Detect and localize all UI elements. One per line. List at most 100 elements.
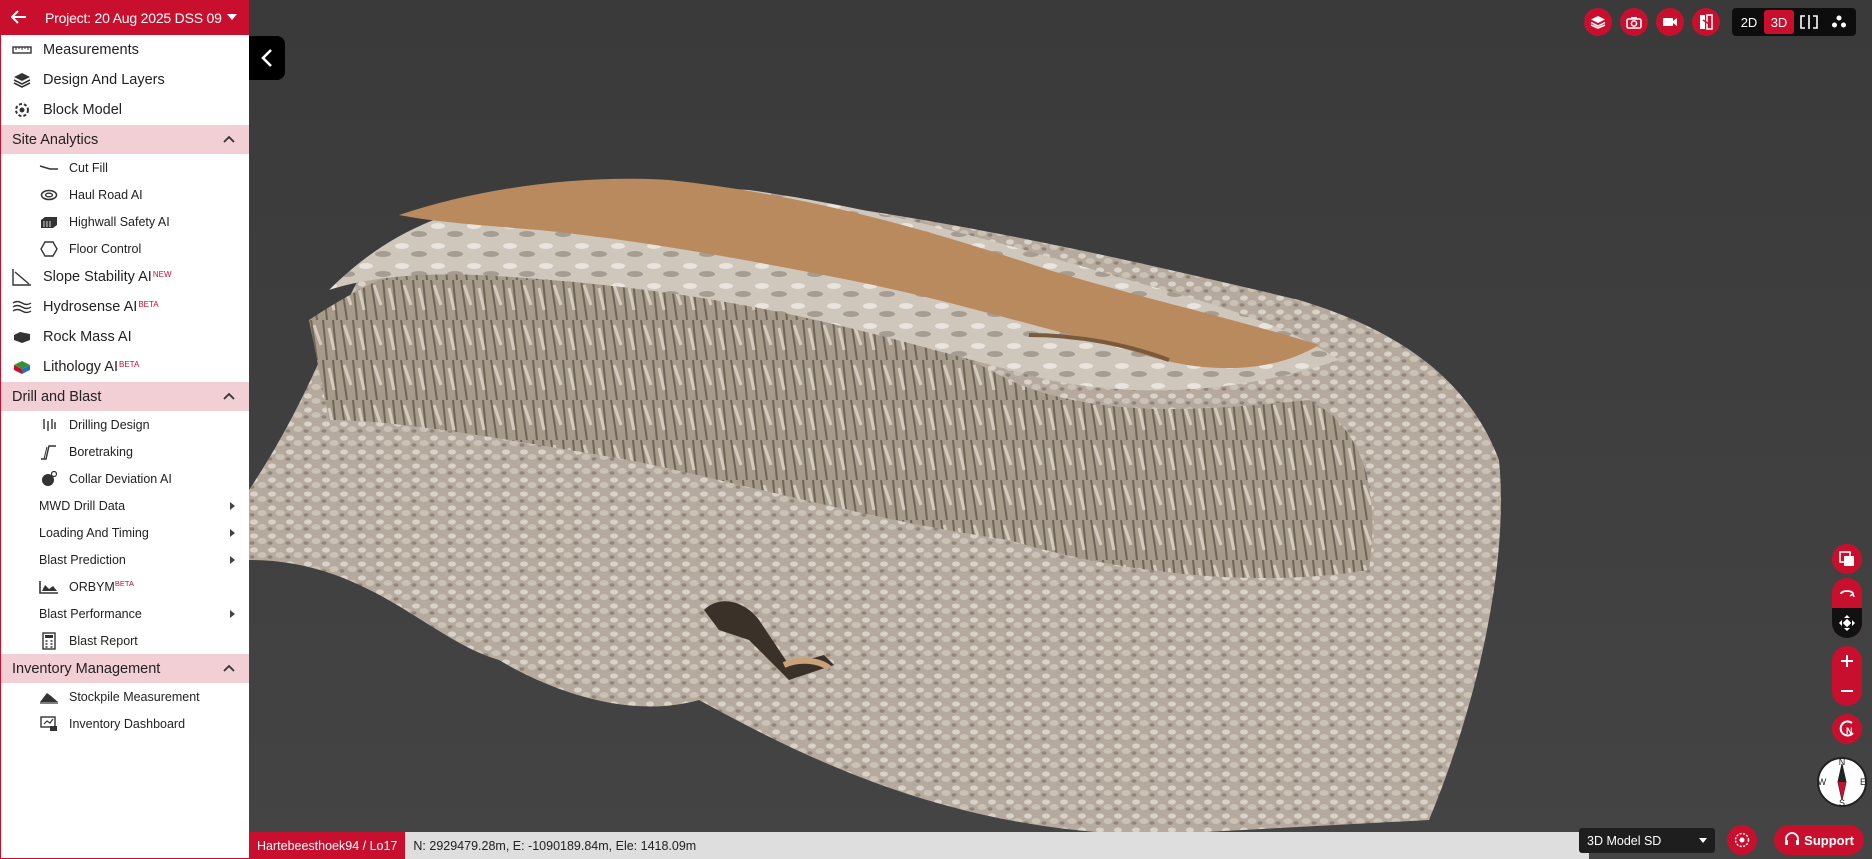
minus-icon [1841, 690, 1853, 692]
zoom-in-button[interactable] [1832, 646, 1862, 676]
compass-icon[interactable]: N S E W [1816, 756, 1868, 808]
menu-label: MWD Drill Data [39, 498, 126, 513]
cursor-coordinates: N: 2929479.28m, E: -1090189.84m, Ele: 14… [413, 838, 697, 853]
plus-icon [1841, 655, 1853, 667]
ai-layers-button[interactable] [1727, 825, 1757, 855]
neural-network-icon [1734, 832, 1750, 848]
menu-lithology-ai[interactable]: Lithology AI BETA [1, 352, 249, 382]
record-video-button[interactable] [1656, 8, 1684, 36]
ruler-icon [11, 41, 33, 59]
orbit-button[interactable] [1832, 578, 1862, 608]
menu-cut-fill[interactable]: Cut Fill [1, 154, 249, 181]
menu-label: Boretraking [69, 444, 133, 459]
menu-label: Haul Road AI [69, 187, 143, 202]
back-arrow-icon[interactable] [10, 9, 33, 27]
3d-viewport[interactable] [249, 0, 1872, 859]
compass-west: W [1818, 777, 1827, 787]
floor-control-icon [39, 240, 59, 257]
model-quality-select[interactable]: 3D Model SD [1579, 828, 1715, 853]
orbit-pan-group [1832, 578, 1862, 638]
pan-button[interactable] [1832, 608, 1862, 638]
highwall-icon [39, 214, 59, 230]
split-view-button[interactable] [1794, 10, 1824, 34]
cross-section-button[interactable] [1832, 544, 1862, 574]
menu-stockpile-measurement[interactable]: Stockpile Measurement [1, 683, 249, 710]
menu-boretraking[interactable]: Boretraking [1, 438, 249, 465]
menu-mwd-drill-data[interactable]: MWD Drill Data [1, 492, 249, 519]
menu-blast-report[interactable]: Blast Report [1, 627, 249, 654]
section-title: Site Analytics [12, 131, 99, 148]
menu-label: Loading And Timing [39, 525, 149, 540]
menu-label: Drilling Design [69, 417, 150, 432]
rotate-north-icon: N [1839, 720, 1854, 737]
zoom-out-button[interactable] [1832, 676, 1862, 706]
section-inventory-management[interactable]: Inventory Management [1, 654, 249, 683]
menu-orbym[interactable]: ORBYM BETA [1, 573, 249, 600]
project-selector[interactable]: Project: 20 Aug 2025 DSS 09 [1, 0, 249, 35]
menu-floor-control[interactable]: Floor Control [1, 235, 249, 262]
menu-label: Rock Mass AI [43, 329, 132, 345]
section-title: Drill and Blast [12, 388, 102, 405]
menu-rock-mass-ai[interactable]: Rock Mass AI [1, 322, 249, 352]
menu-loading-and-timing[interactable]: Loading And Timing [1, 519, 249, 546]
menu-label: ORBYM [69, 579, 115, 594]
menu-hydrosense-ai[interactable]: Hydrosense AI BETA [1, 292, 249, 322]
project-title: Project: 20 Aug 2025 DSS 09 [45, 9, 222, 26]
menu-haul-road-ai[interactable]: Haul Road AI [1, 181, 249, 208]
chevron-up-icon[interactable] [223, 391, 235, 403]
compare-button[interactable] [1692, 8, 1720, 36]
menu-label: Blast Prediction [39, 552, 126, 567]
menu-label: Collar Deviation AI [69, 471, 172, 486]
support-button[interactable]: Support [1774, 825, 1864, 855]
slope-icon [11, 268, 33, 286]
collar-deviation-icon [39, 470, 59, 487]
view-3d-button[interactable]: 3D [1764, 10, 1794, 34]
screenshot-button[interactable] [1620, 8, 1648, 36]
status-bar: Hartebeesthoek94 / Lo17 N: 2929479.28m, … [249, 832, 1589, 859]
menu-drilling-design[interactable]: Drilling Design [1, 411, 249, 438]
north-letter: N [1846, 726, 1853, 736]
chevron-up-icon[interactable] [223, 663, 235, 675]
haul-road-icon [39, 187, 59, 203]
cut-fill-icon [39, 160, 59, 176]
menu-label: Cut Fill [69, 160, 108, 175]
section-site-analytics[interactable]: Site Analytics [1, 125, 249, 154]
menu-inventory-dashboard[interactable]: Inventory Dashboard [1, 710, 249, 737]
menu-blast-performance[interactable]: Blast Performance [1, 600, 249, 627]
menu-block-model[interactable]: Block Model [1, 95, 249, 125]
coordinate-system-label[interactable]: Hartebeesthoek94 / Lo17 [249, 832, 406, 859]
menu-slope-stability-ai[interactable]: Slope Stability AI NEW [1, 262, 249, 292]
menu-label: Design And Layers [43, 72, 165, 88]
view-mode-switch: 2D 3D [1732, 8, 1856, 36]
menu-collar-deviation-ai[interactable]: Collar Deviation AI [1, 465, 249, 492]
split-view-icon [1800, 15, 1818, 29]
chevron-down-icon[interactable] [227, 12, 237, 23]
zoom-group [1832, 646, 1862, 706]
beta-badge: BETA [138, 299, 159, 309]
menu-highwall-safety-ai[interactable]: Highwall Safety AI [1, 208, 249, 235]
orbit-icon [1840, 590, 1855, 598]
menu-measurements[interactable]: Measurements [1, 35, 249, 65]
menu-label: Slope Stability AI [43, 269, 152, 285]
chevron-down-icon [1699, 838, 1707, 843]
view-2d-button[interactable]: 2D [1734, 10, 1764, 34]
menu-blast-prediction[interactable]: Blast Prediction [1, 546, 249, 573]
support-label: Support [1804, 832, 1854, 848]
compass-east: E [1860, 777, 1866, 787]
menu-label: Measurements [43, 42, 139, 58]
layers-toggle-button[interactable] [1584, 8, 1612, 36]
section-drill-and-blast[interactable]: Drill and Blast [1, 382, 249, 411]
point-cloud-button[interactable] [1824, 10, 1854, 34]
dashboard-icon [39, 715, 59, 732]
collapse-sidebar-button[interactable] [249, 36, 285, 80]
beta-badge: BETA [118, 359, 140, 369]
model-quality-value: 3D Model SD [1587, 833, 1662, 848]
chevron-up-icon[interactable] [223, 134, 235, 146]
menu-design-and-layers[interactable]: Design And Layers [1, 65, 249, 95]
orbym-icon [39, 579, 59, 595]
cross-section-icon [1839, 551, 1854, 566]
menu-label: Blast Report [69, 633, 138, 648]
reset-north-button[interactable]: N [1832, 714, 1862, 744]
boretrack-icon [39, 444, 59, 460]
chevron-right-icon [230, 609, 235, 618]
